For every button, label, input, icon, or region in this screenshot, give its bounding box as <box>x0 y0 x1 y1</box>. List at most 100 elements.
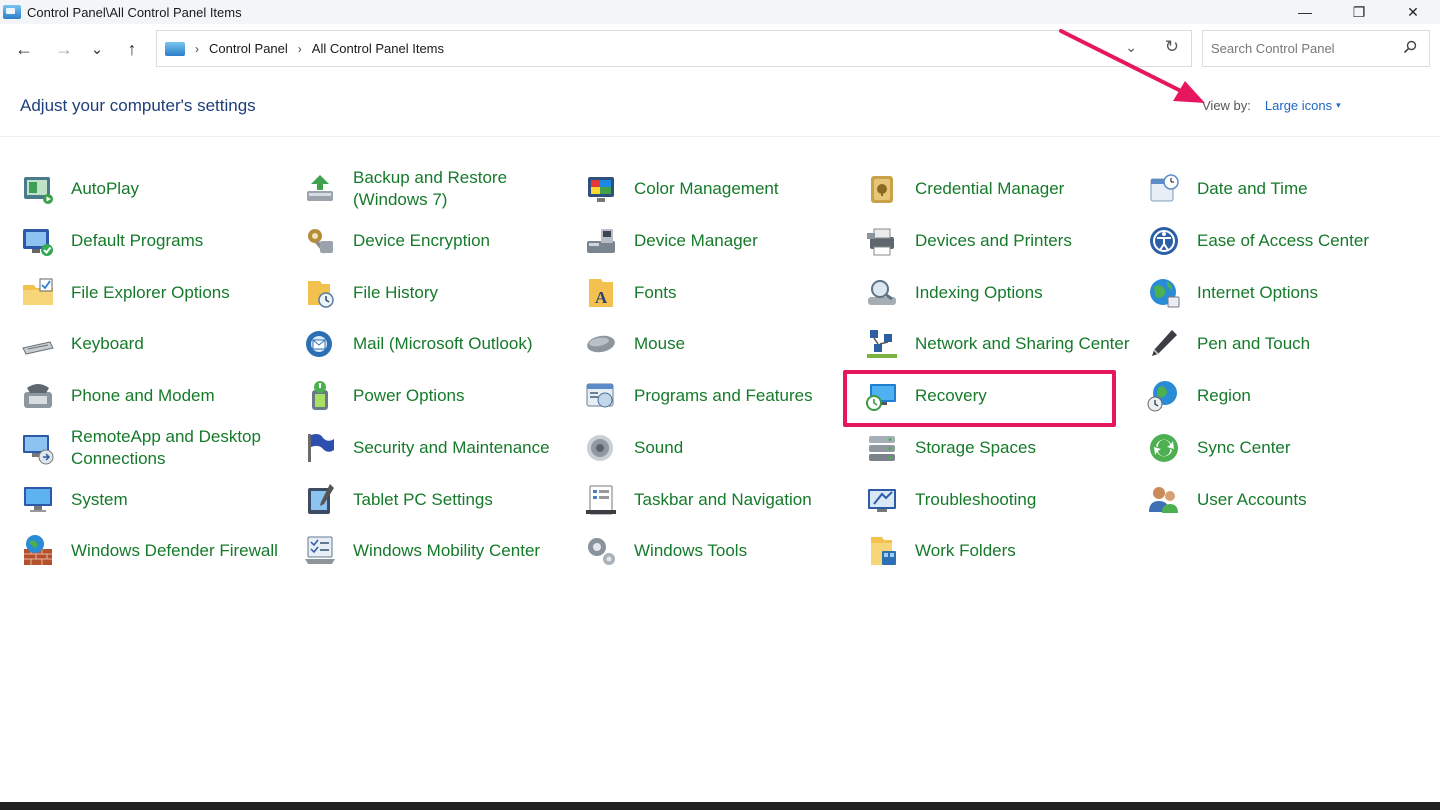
cp-item-windows-tools[interactable]: Windows Tools <box>583 527 858 575</box>
fonts-icon: A <box>583 275 619 311</box>
region-icon <box>1146 378 1182 414</box>
cp-item-device-manager[interactable]: Device Manager <box>583 217 858 265</box>
title-bar: Control Panel\All Control Panel Items — … <box>0 0 1440 24</box>
cp-item-sound[interactable]: Sound <box>583 424 858 472</box>
taskbar <box>0 802 1440 810</box>
cp-item-region[interactable]: Region <box>1146 372 1426 420</box>
cp-item-label: Region <box>1197 386 1251 405</box>
chevron-down-icon[interactable]: ▾ <box>1336 100 1341 111</box>
cp-item-device-encryption[interactable]: Device Encryption <box>302 217 577 265</box>
up-button[interactable]: ↑ <box>119 36 145 62</box>
cp-item-work-folders[interactable]: Work Folders <box>864 527 1139 575</box>
cp-item-credential-manager[interactable]: Credential Manager <box>864 165 1139 213</box>
cp-item-color-management[interactable]: Color Management <box>583 165 858 213</box>
breadcrumb-separator-icon[interactable]: › <box>195 42 199 56</box>
back-button[interactable]: ← <box>11 36 37 62</box>
minimize-button[interactable]: — <box>1278 0 1332 24</box>
page-title: Adjust your computer's settings <box>20 96 256 115</box>
cp-item-label: Device Manager <box>634 231 758 250</box>
cp-item-default-programs[interactable]: Default Programs <box>20 217 295 265</box>
cp-item-date-time[interactable]: Date and Time <box>1146 165 1426 213</box>
cp-item-label: Troubleshooting <box>915 490 1037 509</box>
ease-of-access-icon <box>1146 223 1182 259</box>
cp-item-programs-features[interactable]: Programs and Features <box>583 372 858 420</box>
cp-item-user-accounts[interactable]: User Accounts <box>1146 476 1426 524</box>
cp-item-label: Programs and Features <box>634 386 813 405</box>
windows-tools-icon <box>583 533 619 569</box>
cp-item-indexing-options[interactable]: Indexing Options <box>864 269 1139 317</box>
cp-item-label: Security and Maintenance <box>353 438 550 457</box>
close-button[interactable]: ✕ <box>1386 0 1440 24</box>
cp-item-keyboard[interactable]: Keyboard <box>20 320 295 368</box>
cp-item-mobility-center[interactable]: Windows Mobility Center <box>302 527 577 575</box>
cp-item-label: Fonts <box>634 283 677 302</box>
cp-item-sync-center[interactable]: Sync Center <box>1146 424 1426 472</box>
cp-item-file-history[interactable]: File History <box>302 269 577 317</box>
breadcrumb-control-panel[interactable]: Control Panel <box>209 41 288 56</box>
internet-options-icon <box>1146 275 1182 311</box>
cp-item-system[interactable]: System <box>20 476 295 524</box>
cp-item-label: Default Programs <box>71 231 204 250</box>
cp-item-label: Windows Defender Firewall <box>71 541 278 560</box>
sound-icon <box>583 430 619 466</box>
breadcrumb-separator-icon[interactable]: › <box>298 42 302 56</box>
backup-icon <box>302 171 338 207</box>
cp-item-devices-printers[interactable]: Devices and Printers <box>864 217 1139 265</box>
storage-spaces-icon <box>864 430 900 466</box>
cp-item-ease-of-access[interactable]: Ease of Access Center <box>1146 217 1426 265</box>
cp-item-file-explorer-options[interactable]: File Explorer Options <box>20 269 295 317</box>
search-box[interactable] <box>1202 30 1430 67</box>
cp-item-remoteapp[interactable]: RemoteApp and Desktop Connections <box>20 424 295 472</box>
cp-item-pen-touch[interactable]: Pen and Touch <box>1146 320 1426 368</box>
cp-item-firewall[interactable]: Windows Defender Firewall <box>20 527 295 575</box>
address-bar[interactable]: › Control Panel › All Control Panel Item… <box>156 30 1192 67</box>
indexing-options-icon <box>864 275 900 311</box>
maximize-button[interactable]: ❐ <box>1332 0 1386 24</box>
cp-item-label: Work Folders <box>915 541 1016 560</box>
recent-locations-button[interactable]: ⌄ <box>84 36 110 62</box>
cp-item-security-maintenance[interactable]: Security and Maintenance <box>302 424 577 472</box>
programs-features-icon <box>583 378 619 414</box>
cp-item-mouse[interactable]: Mouse <box>583 320 858 368</box>
default-programs-icon <box>20 223 56 259</box>
device-manager-icon <box>583 223 619 259</box>
cp-item-label: Storage Spaces <box>915 438 1036 457</box>
cp-item-internet-options[interactable]: Internet Options <box>1146 269 1426 317</box>
cp-item-taskbar-navigation[interactable]: Taskbar and Navigation <box>583 476 858 524</box>
cp-item-label: Devices and Printers <box>915 231 1072 250</box>
mobility-center-icon <box>302 533 338 569</box>
cp-item-backup[interactable]: Backup and Restore (Windows 7) <box>302 165 577 213</box>
keyboard-icon <box>20 326 56 362</box>
color-management-icon <box>583 171 619 207</box>
cp-item-label: Phone and Modem <box>71 386 215 405</box>
cp-item-troubleshooting[interactable]: Troubleshooting <box>864 476 1139 524</box>
search-icon[interactable] <box>1403 40 1417 54</box>
autoplay-icon <box>20 171 56 207</box>
cp-item-network-sharing[interactable]: Network and Sharing Center <box>864 320 1139 368</box>
cp-item-phone-modem[interactable]: Phone and Modem <box>20 372 295 420</box>
pen-touch-icon <box>1146 326 1182 362</box>
view-by-dropdown[interactable]: Large icons <box>1265 98 1332 113</box>
cp-item-label: Device Encryption <box>353 231 491 250</box>
credential-manager-icon <box>864 171 900 207</box>
cp-item-autoplay[interactable]: AutoPlay <box>20 165 295 213</box>
remoteapp-icon <box>20 430 56 466</box>
view-by: View by: Large icons ▾ <box>1202 98 1341 113</box>
forward-button[interactable]: → <box>51 36 77 62</box>
search-input[interactable] <box>1211 41 1391 56</box>
security-maintenance-icon <box>302 430 338 466</box>
cp-item-mail[interactable]: Mail (Microsoft Outlook) <box>302 320 577 368</box>
system-icon <box>20 482 56 518</box>
cp-item-power-options[interactable]: Power Options <box>302 372 577 420</box>
cp-item-label: Mail (Microsoft Outlook) <box>353 334 533 353</box>
breadcrumb-all-items[interactable]: All Control Panel Items <box>312 41 444 56</box>
cp-item-label: RemoteApp and Desktop Connections <box>71 427 261 468</box>
phone-modem-icon <box>20 378 56 414</box>
highlight-box <box>843 370 1116 427</box>
power-options-icon <box>302 378 338 414</box>
cp-item-label: User Accounts <box>1197 490 1307 509</box>
cp-item-tablet-pc[interactable]: Tablet PC Settings <box>302 476 577 524</box>
sync-center-icon <box>1146 430 1182 466</box>
cp-item-storage-spaces[interactable]: Storage Spaces <box>864 424 1139 472</box>
cp-item-fonts[interactable]: A Fonts <box>583 269 858 317</box>
